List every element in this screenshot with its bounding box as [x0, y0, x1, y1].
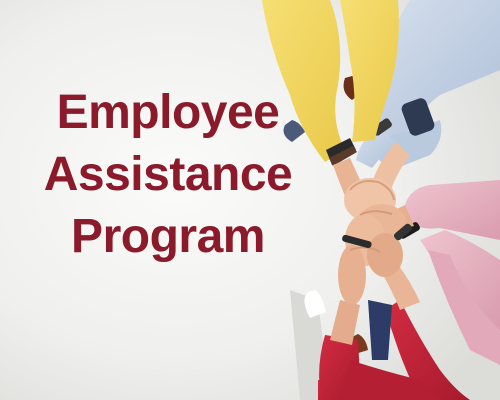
headline-line-1: Employee [56, 86, 280, 139]
photo-scene: Employee Assistance Program [0, 0, 500, 400]
headline-line-3: Program [71, 210, 265, 263]
headline: Employee Assistance Program [18, 82, 318, 268]
headline-line-2: Assistance [43, 148, 293, 201]
